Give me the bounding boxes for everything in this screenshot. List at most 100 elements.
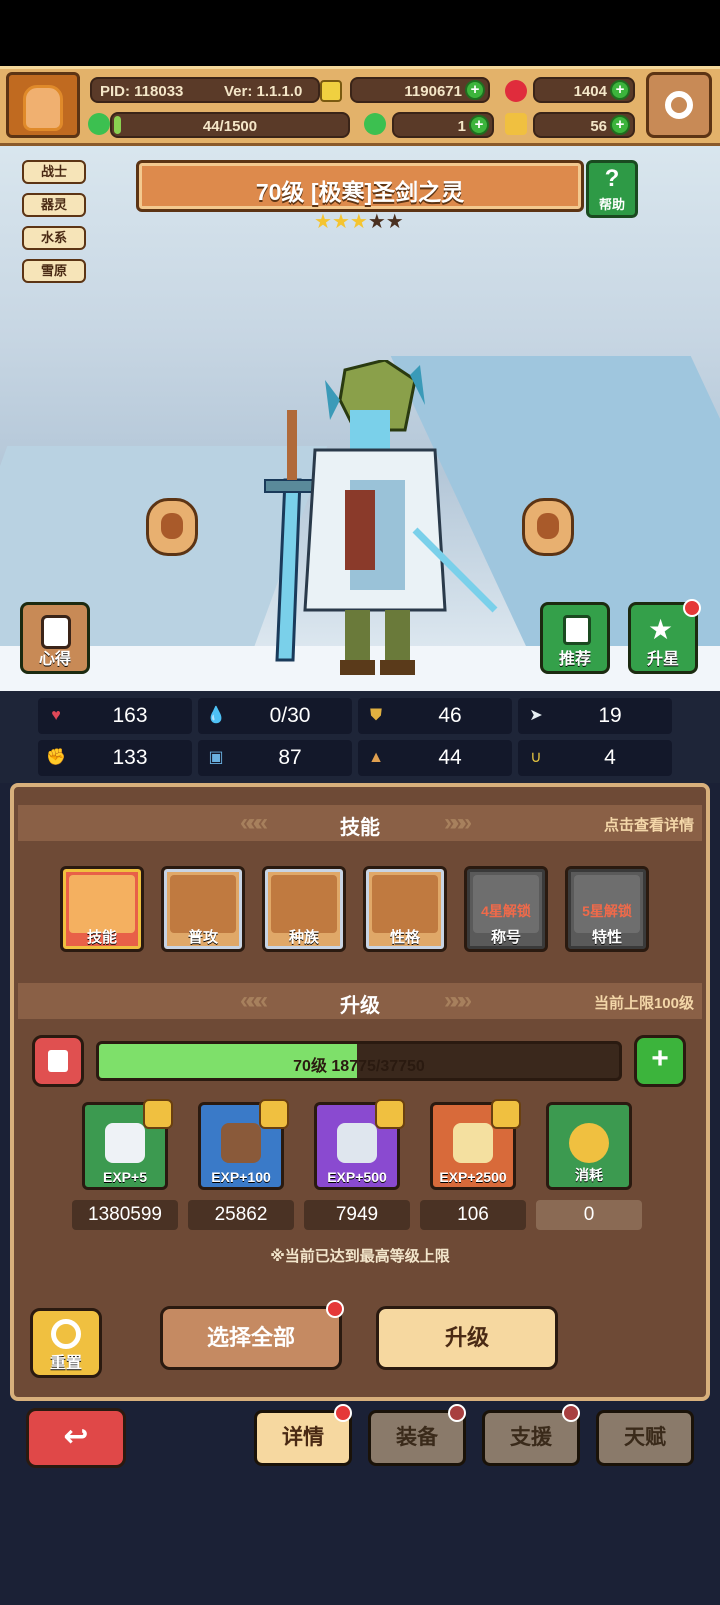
reset-button[interactable]: 重置 — [30, 1308, 102, 1378]
coin-badge-icon — [259, 1099, 289, 1129]
stat-boot: ▲ 44 — [358, 740, 512, 776]
skill-card-5[interactable]: 5星解锁 特性 — [565, 866, 649, 952]
tag-terrain[interactable]: 雪原 — [22, 259, 86, 283]
stat-shield: ⛊ 46 — [358, 698, 512, 734]
exp-item-count: 1380599 — [72, 1200, 178, 1230]
insight-button[interactable]: 心得 — [20, 602, 90, 674]
wing-icon: ➤ — [529, 707, 543, 724]
exp-crystal-icon — [453, 1123, 493, 1163]
stat-value: 44 — [438, 746, 462, 769]
clover-value: 1 — [457, 118, 466, 135]
skill-label: 性格 — [389, 929, 420, 946]
skill-icon — [271, 875, 337, 933]
help-label: 帮助 — [598, 197, 625, 212]
exp-item-2[interactable]: EXP+500 — [314, 1099, 405, 1190]
level-header: ««« »»» 升级 当前上限100级 — [18, 983, 702, 1019]
status-bar — [0, 0, 720, 66]
stat-heart: ♥ 163 — [38, 698, 192, 734]
skill-card-4[interactable]: 4星解锁 称号 — [464, 866, 548, 952]
stat-water-drop: 💧 0/30 — [198, 698, 352, 734]
water-drop-icon: 💧 — [206, 707, 226, 724]
add-gem-button[interactable]: + — [610, 80, 630, 100]
bottom-area — [0, 1472, 720, 1605]
key-icon — [505, 113, 527, 135]
recommend-label: 推荐 — [558, 651, 591, 668]
exp-item-count: 0 — [536, 1200, 642, 1230]
add-gold-button[interactable]: + — [465, 80, 485, 100]
gear-icon — [665, 91, 693, 119]
key-pill: 56 + — [533, 112, 635, 138]
id-version-pill: PID: 118033 Ver: 1.1.1.0 — [90, 77, 320, 103]
exp-text: 70级 18775/37750 — [293, 1058, 425, 1075]
level-down-button[interactable] — [32, 1035, 84, 1087]
tag-type[interactable]: 器灵 — [22, 193, 86, 217]
next-hero-button[interactable] — [522, 498, 574, 556]
gold-pill: 1190671 + — [350, 77, 490, 103]
skills-hint: 点击查看详情 — [603, 817, 694, 834]
key-value: 56 — [590, 118, 607, 135]
coin-badge-icon — [143, 1099, 173, 1129]
star-empty-icon: ★ — [385, 211, 404, 233]
upstar-button[interactable]: ★ 升星 — [628, 599, 701, 674]
star-filled-icon: ★ — [349, 211, 368, 233]
level-up-plus-button[interactable]: + — [634, 1035, 686, 1087]
skill-card-2[interactable]: 种族 — [262, 866, 346, 952]
skill-label: 种族 — [288, 929, 319, 946]
clover-pill: 1 + — [392, 112, 494, 138]
thumbs-up-icon — [563, 615, 591, 645]
horseshoe-icon: ∪ — [530, 749, 542, 766]
upgrade-button[interactable]: 升级 — [376, 1306, 558, 1370]
exp-item-label: EXP+5 — [103, 1169, 147, 1185]
exp-item-count: 25862 — [188, 1200, 294, 1230]
skill-card-3[interactable]: 性格 — [363, 866, 447, 952]
skills-title: 技能 — [340, 817, 380, 839]
skill-card-1[interactable]: 普攻 — [161, 866, 245, 952]
avatar-face — [23, 85, 63, 131]
coin-badge-icon — [375, 1099, 405, 1129]
prev-hero-button[interactable] — [146, 498, 198, 556]
exp-item-0[interactable]: EXP+5 — [82, 1099, 173, 1190]
gem-value: 1404 — [573, 83, 607, 100]
select-all-notification-dot — [326, 1300, 344, 1318]
skills-header: ««« »»» 技能 点击查看详情 — [18, 805, 702, 841]
skill-label: 普攻 — [187, 929, 218, 946]
reset-icon — [51, 1319, 81, 1349]
stat-value: 4 — [604, 746, 616, 769]
exp-item-1[interactable]: EXP+100 — [198, 1099, 289, 1190]
exp-crystal-icon — [337, 1123, 377, 1163]
hero-character[interactable] — [245, 360, 505, 690]
select-all-button[interactable]: 选择全部 — [160, 1306, 342, 1370]
stat-fist: ✊ 133 — [38, 740, 192, 776]
recommend-button[interactable]: 推荐 — [540, 602, 610, 674]
energy-bar: 44/1500 — [110, 112, 350, 138]
skill-card-0[interactable]: 技能 — [60, 866, 144, 952]
red-gem-icon — [505, 80, 527, 102]
scroll-icon — [41, 615, 71, 649]
back-button[interactable]: ↩ — [26, 1408, 126, 1468]
stat-value: 133 — [112, 746, 148, 769]
star-filled-icon: ★ — [314, 211, 332, 233]
heart-icon: ♥ — [51, 707, 61, 724]
boot-icon: ▲ — [368, 749, 384, 766]
add-key-button[interactable]: + — [610, 115, 630, 135]
stat-value: 163 — [112, 704, 148, 727]
exp-item-count: 7949 — [304, 1200, 410, 1230]
stat-wing: ➤ 19 — [518, 698, 672, 734]
skill-label: 特性 — [591, 929, 622, 946]
exp-item-4[interactable]: 消耗 — [546, 1102, 632, 1190]
star-icon: ★ — [648, 614, 674, 645]
tag-element[interactable]: 水系 — [22, 226, 86, 250]
back-arrow-icon: ↩ — [63, 1420, 89, 1453]
coin-badge-icon — [491, 1099, 521, 1129]
add-clover-button[interactable]: + — [469, 115, 489, 135]
tag-class[interactable]: 战士 — [22, 160, 86, 184]
hero-title: 70级 [极寒]圣剑之灵 — [255, 179, 465, 205]
player-avatar[interactable] — [6, 72, 80, 138]
tab-talent[interactable]: 天赋 — [596, 1410, 694, 1466]
gold-value: 1190671 — [404, 83, 462, 100]
level-hint: 当前上限100级 — [593, 995, 694, 1012]
version-text: Ver: 1.1.1.0 — [224, 83, 303, 100]
exp-item-3[interactable]: EXP+2500 — [430, 1099, 521, 1190]
help-button[interactable]: ? 帮助 — [586, 160, 638, 218]
settings-button[interactable] — [646, 72, 712, 138]
